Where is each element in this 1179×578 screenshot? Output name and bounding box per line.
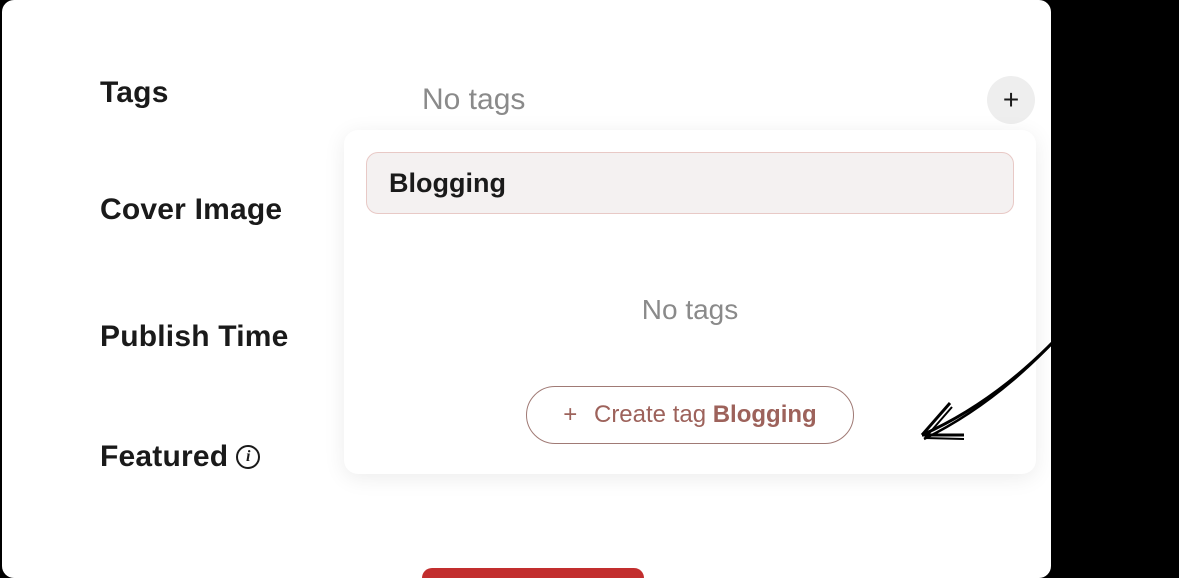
- partial-button[interactable]: [422, 568, 644, 578]
- label-featured-text: Featured: [100, 440, 228, 474]
- create-tag-value: Blogging: [713, 401, 817, 428]
- label-cover-image: Cover Image: [100, 193, 282, 227]
- create-tag-prefix: Create tag: [594, 401, 713, 428]
- tags-empty-text: No tags: [422, 83, 525, 117]
- create-tag-button[interactable]: + Create tag Blogging: [526, 386, 853, 444]
- tags-row: No tags +: [422, 76, 1041, 124]
- tag-search-input[interactable]: [366, 152, 1014, 214]
- plus-icon: +: [1003, 84, 1019, 116]
- add-tag-button[interactable]: +: [987, 76, 1035, 124]
- dropdown-empty-text: No tags: [366, 294, 1014, 326]
- label-featured: Featured i: [100, 440, 260, 474]
- tags-dropdown: No tags + Create tag Blogging: [344, 130, 1036, 474]
- info-icon[interactable]: i: [236, 445, 260, 469]
- settings-panel: Tags Cover Image Publish Time Featured i…: [2, 0, 1051, 578]
- plus-icon: +: [563, 401, 577, 428]
- label-tags: Tags: [100, 76, 169, 110]
- label-publish-time: Publish Time: [100, 320, 289, 354]
